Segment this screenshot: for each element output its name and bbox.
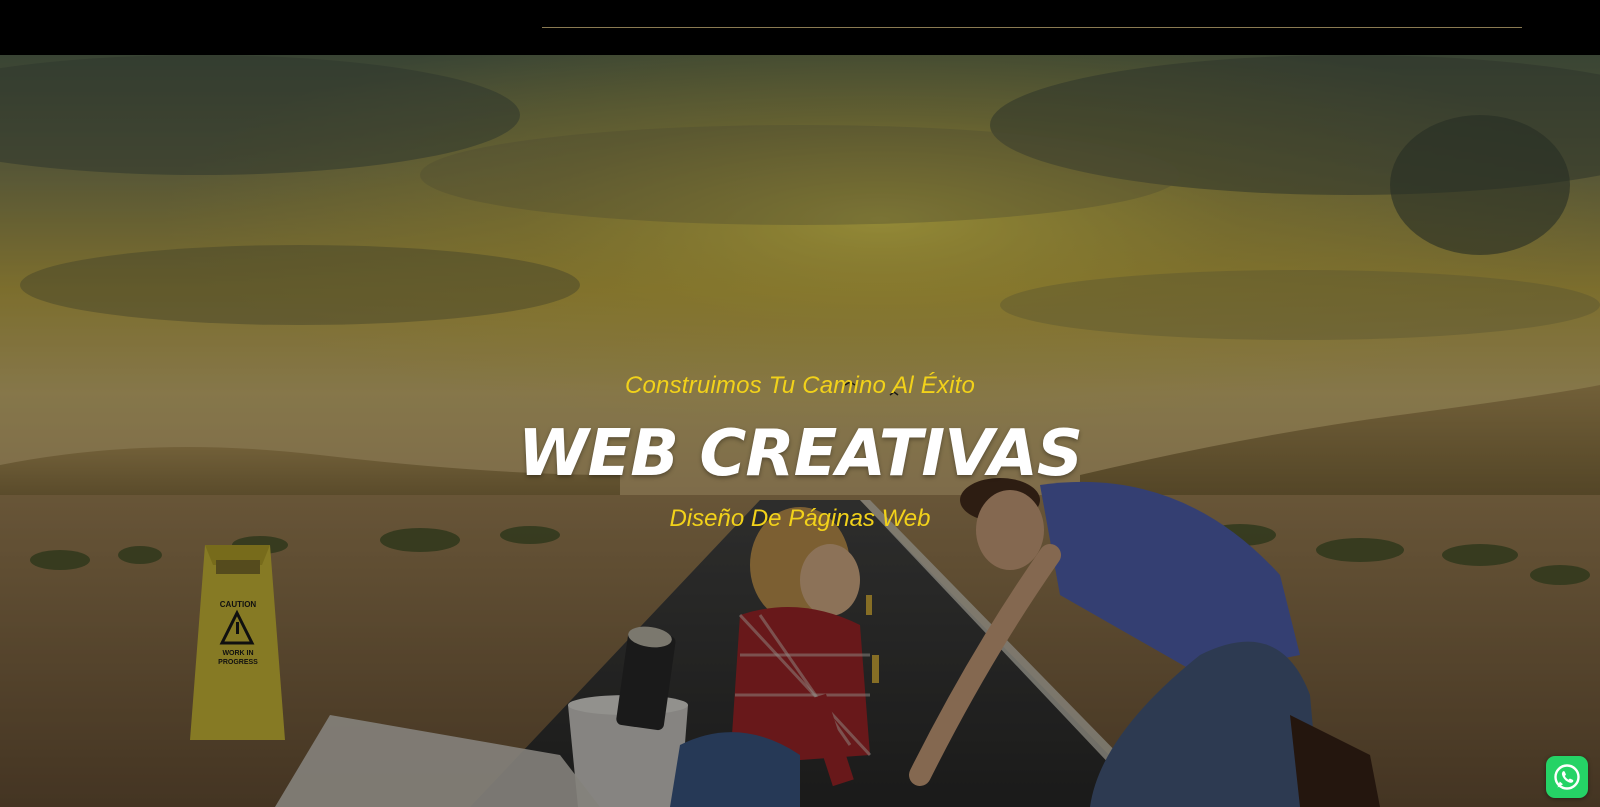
caution-sign-line1: CAUTION	[220, 600, 257, 609]
hero-section: CAUTION WORK IN PROGRESS Construimos Tu …	[0, 55, 1600, 807]
page: CAUTION WORK IN PROGRESS Construimos Tu …	[0, 0, 1600, 807]
caution-sign: CAUTION WORK IN PROGRESS	[190, 545, 285, 740]
hero-background-image: CAUTION WORK IN PROGRESS	[0, 55, 1600, 807]
whatsapp-chat-button[interactable]	[1546, 756, 1588, 798]
top-navigation-bar	[0, 0, 1600, 55]
caution-sign-line2: WORK IN	[222, 650, 253, 657]
topbar-divider-line	[542, 27, 1522, 28]
caution-sign-line3: PROGRESS	[218, 659, 258, 666]
whatsapp-icon	[1554, 764, 1580, 790]
